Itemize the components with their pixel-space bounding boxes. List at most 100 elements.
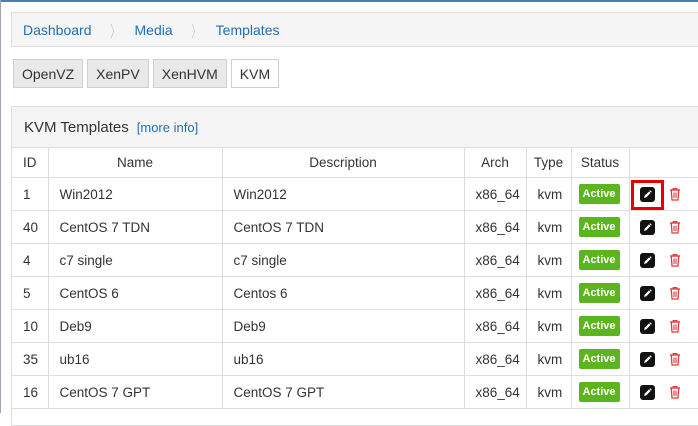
trash-icon[interactable]: [669, 319, 681, 333]
more-info-link[interactable]: [more info]: [137, 120, 198, 135]
cell-arch: x86_64: [463, 309, 527, 343]
table-row: 16 CentOS 7 GPT CentOS 7 GPT x86_64 kvm Activ…: [12, 375, 698, 409]
cell-name: c7 single: [47, 243, 223, 277]
cell-description: ub16: [221, 342, 465, 376]
cell-description: c7 single: [221, 243, 465, 277]
cell-description: CentOS 7 GPT: [221, 375, 465, 409]
cell-name: CentOS 6: [47, 276, 223, 310]
cell-actions: [628, 309, 698, 343]
cell-actions: [628, 375, 698, 409]
cell-arch: x86_64: [463, 177, 527, 211]
cell-arch: x86_64: [463, 342, 527, 376]
cell-description: Win2012: [221, 177, 465, 211]
table-row: 1 Win2012 Win2012 x86_64 kvm Active: [12, 177, 698, 211]
cell-arch: x86_64: [463, 210, 527, 244]
cell-id: 5: [12, 276, 49, 310]
trash-icon[interactable]: [669, 352, 681, 366]
column-header-id[interactable]: ID: [12, 148, 49, 178]
left-border: [0, 0, 1, 413]
trash-icon[interactable]: [669, 253, 681, 267]
cell-status: Active: [570, 276, 630, 310]
cell-name: CentOS 7 TDN: [47, 210, 223, 244]
pencil-icon[interactable]: [639, 186, 655, 202]
status-badge: Active: [578, 316, 620, 336]
column-header-status[interactable]: Status: [570, 148, 630, 178]
cell-name: ub16: [47, 342, 223, 376]
breadcrumb: Dashboard 〉 Media 〉 Templates: [11, 12, 698, 47]
breadcrumb-dashboard[interactable]: Dashboard: [23, 22, 92, 38]
cell-status: Active: [570, 375, 630, 409]
pencil-icon[interactable]: [639, 384, 655, 400]
edit-button[interactable]: [630, 252, 655, 268]
status-badge: Active: [578, 250, 620, 270]
cell-id: 10: [12, 309, 49, 343]
cell-id: 4: [12, 243, 49, 277]
status-badge: Active: [578, 283, 620, 303]
table-row: 5 CentOS 6 Centos 6 x86_64 kvm Active: [12, 276, 698, 310]
breadcrumb-separator: 〉: [109, 23, 120, 41]
hypervisor-tabs: OpenVZ XenPV XenHVM KVM: [13, 59, 283, 88]
edit-button[interactable]: [630, 219, 655, 235]
edit-button[interactable]: [630, 285, 655, 301]
pencil-icon[interactable]: [639, 351, 655, 367]
cell-type: kvm: [525, 177, 572, 211]
column-header-actions: [628, 148, 698, 178]
edit-button[interactable]: [630, 384, 655, 400]
trash-icon[interactable]: [669, 187, 681, 201]
column-header-arch[interactable]: Arch: [463, 148, 527, 178]
tab-xenpv[interactable]: XenPV: [87, 59, 149, 88]
cell-type: kvm: [525, 210, 572, 244]
edit-button[interactable]: [630, 351, 655, 367]
cell-actions: [628, 342, 698, 376]
breadcrumb-templates[interactable]: Templates: [216, 22, 280, 38]
cell-actions: [628, 177, 698, 211]
top-border: [0, 0, 698, 2]
edit-button[interactable]: [630, 318, 655, 334]
table-row: 4 c7 single c7 single x86_64 kvm Active: [12, 243, 698, 277]
cell-id: 35: [12, 342, 49, 376]
pencil-icon[interactable]: [639, 219, 655, 235]
table-row: 10 Deb9 Deb9 x86_64 kvm Active: [12, 309, 698, 343]
breadcrumb-separator: 〉: [190, 23, 201, 41]
cell-arch: x86_64: [463, 243, 527, 277]
tab-kvm[interactable]: KVM: [230, 59, 280, 88]
cell-name: Deb9: [47, 309, 223, 343]
cell-name: CentOS 7 GPT: [47, 375, 223, 409]
cell-id: 1: [12, 177, 49, 211]
cell-id: 40: [12, 210, 49, 244]
cell-name: Win2012: [47, 177, 223, 211]
cell-status: Active: [570, 309, 630, 343]
column-header-description[interactable]: Description: [221, 148, 465, 178]
edit-button[interactable]: [630, 179, 664, 210]
templates-table: ID Name Description Arch Type Status 1 Wi…: [12, 148, 698, 409]
cell-status: Active: [570, 243, 630, 277]
cell-id: 16: [12, 375, 49, 409]
cell-description: CentOS 7 TDN: [221, 210, 465, 244]
trash-icon[interactable]: [669, 286, 681, 300]
status-badge: Active: [578, 349, 620, 369]
cell-actions: [628, 243, 698, 277]
status-badge: Active: [578, 217, 620, 237]
cell-description: Deb9: [221, 309, 465, 343]
table-header-row: ID Name Description Arch Type Status: [12, 148, 698, 178]
panel-title: KVM Templates: [24, 118, 129, 136]
trash-icon[interactable]: [669, 385, 681, 399]
pencil-icon[interactable]: [639, 285, 655, 301]
column-header-type[interactable]: Type: [525, 148, 572, 178]
column-header-name[interactable]: Name: [47, 148, 223, 178]
pencil-icon[interactable]: [639, 252, 655, 268]
breadcrumb-media[interactable]: Media: [135, 22, 173, 38]
cell-status: Active: [570, 342, 630, 376]
panel-header: KVM Templates [more info]: [12, 107, 698, 148]
tab-xenhvm[interactable]: XenHVM: [152, 59, 227, 88]
cell-status: Active: [570, 210, 630, 244]
tab-openvz[interactable]: OpenVZ: [13, 59, 84, 88]
cell-arch: x86_64: [463, 276, 527, 310]
cell-type: kvm: [525, 342, 572, 376]
cell-arch: x86_64: [463, 375, 527, 409]
trash-icon[interactable]: [669, 220, 681, 234]
cell-actions: [628, 276, 698, 310]
pencil-icon[interactable]: [639, 318, 655, 334]
table-row: 40 CentOS 7 TDN CentOS 7 TDN x86_64 kvm Activ…: [12, 210, 698, 244]
cell-type: kvm: [525, 309, 572, 343]
